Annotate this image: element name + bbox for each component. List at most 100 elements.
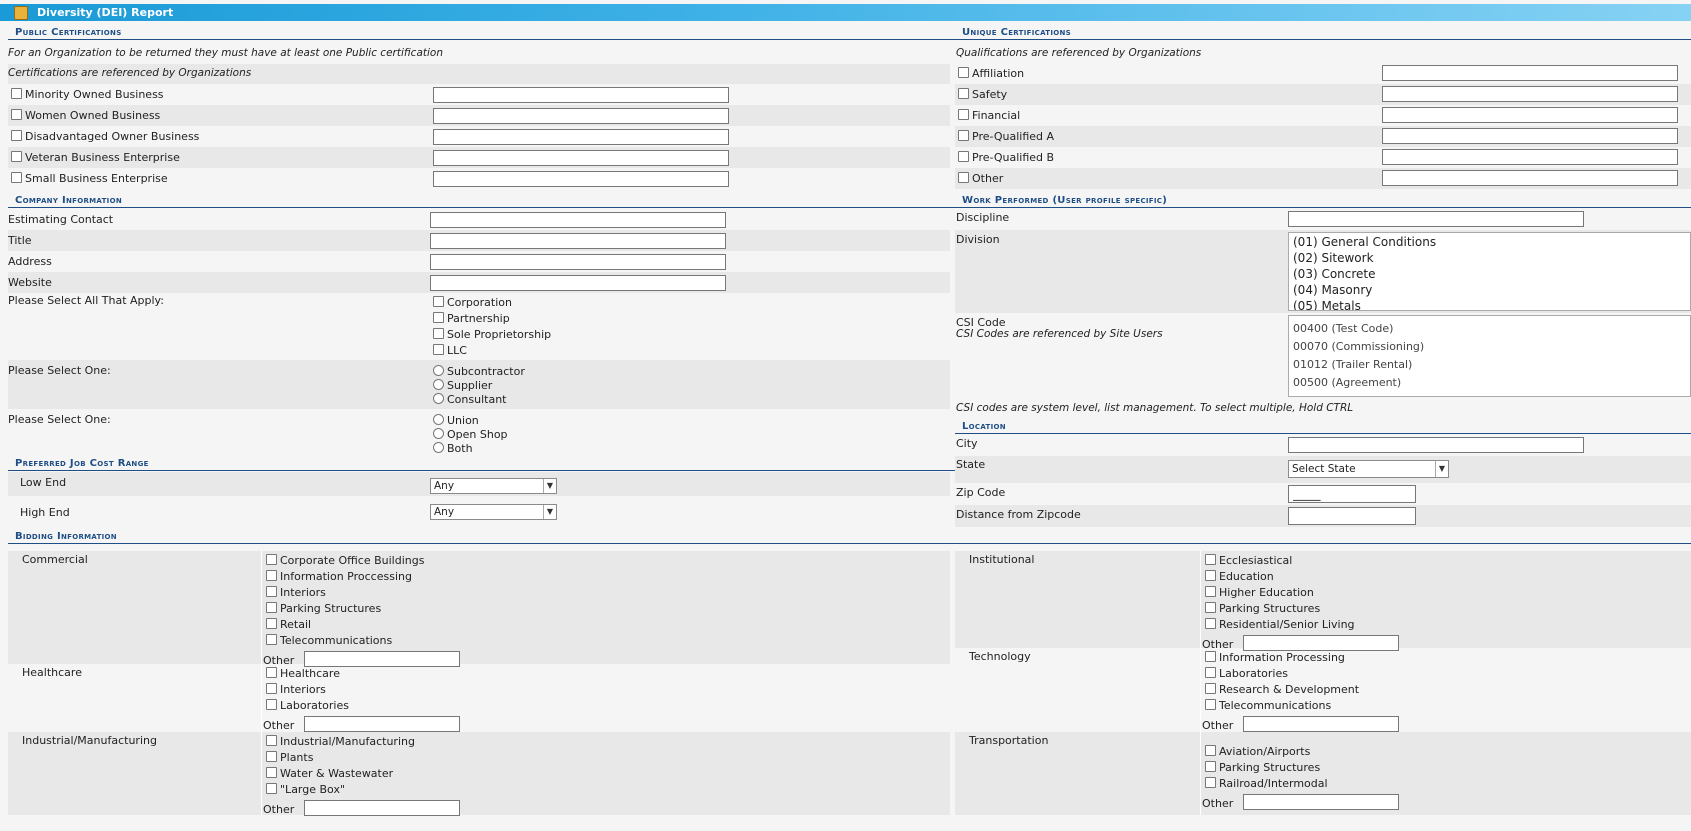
bidding-option-retail[interactable]: Retail	[266, 618, 311, 631]
checkbox[interactable]	[266, 683, 277, 694]
public-cert-input[interactable]	[433, 129, 729, 145]
estimating-contact-input[interactable]	[430, 212, 726, 228]
bidding-option-parking-structures[interactable]: Parking Structures	[1205, 602, 1320, 615]
unique-cert-label[interactable]: Other	[958, 172, 1003, 185]
bidding-option-telecommunications[interactable]: Telecommunications	[1205, 699, 1331, 712]
bidding-option-ecclesiastical[interactable]: Ecclesiastical	[1205, 554, 1292, 567]
checkbox[interactable]	[1205, 570, 1216, 581]
division-option[interactable]: (03) Concrete	[1293, 267, 1376, 281]
bidding-option-large-box[interactable]: "Large Box"	[266, 783, 345, 796]
other-input[interactable]	[1243, 716, 1399, 732]
checkbox[interactable]	[433, 344, 444, 355]
unique-cert-input[interactable]	[1382, 128, 1678, 144]
unique-cert-input[interactable]	[1382, 86, 1678, 102]
radio-option-both[interactable]: Both	[433, 442, 473, 455]
division-listbox[interactable]: (01) General Conditions (02) Sitework (03)…	[1288, 232, 1691, 311]
checkbox-option-sole-proprietorship[interactable]: Sole Proprietorship	[433, 328, 551, 341]
unique-cert-label[interactable]: Financial	[958, 109, 1020, 122]
checkbox[interactable]	[266, 634, 277, 645]
radio-button[interactable]	[433, 365, 444, 376]
csi-code-option[interactable]: 01012 (Trailer Rental)	[1293, 358, 1412, 371]
bidding-option-information-proccessing[interactable]: Information Proccessing	[266, 570, 412, 583]
unique-cert-checkbox[interactable]	[958, 130, 969, 141]
csi-code-option[interactable]: 00070 (Commissioning)	[1293, 340, 1424, 353]
public-cert-label[interactable]: Minority Owned Business	[11, 88, 164, 101]
zip-code-input[interactable]	[1288, 485, 1416, 503]
bidding-option-information-processing[interactable]: Information Processing	[1205, 651, 1345, 664]
checkbox[interactable]	[266, 586, 277, 597]
discipline-input[interactable]	[1288, 211, 1584, 227]
public-cert-label[interactable]: Women Owned Business	[11, 109, 160, 122]
radio-option-open-shop[interactable]: Open Shop	[433, 428, 508, 441]
bidding-option-residential-senior-living[interactable]: Residential/Senior Living	[1205, 618, 1355, 631]
checkbox[interactable]	[266, 618, 277, 629]
radio-button[interactable]	[433, 428, 444, 439]
checkbox[interactable]	[1205, 602, 1216, 613]
checkbox[interactable]	[1205, 618, 1216, 629]
checkbox[interactable]	[433, 328, 444, 339]
bidding-option-corporate-office-buildings[interactable]: Corporate Office Buildings	[266, 554, 424, 567]
unique-cert-checkbox[interactable]	[958, 67, 969, 78]
division-option[interactable]: (05) Metals	[1293, 299, 1361, 310]
public-cert-input[interactable]	[433, 171, 729, 187]
checkbox[interactable]	[1205, 651, 1216, 662]
csi-code-option[interactable]: 00500 (Agreement)	[1293, 376, 1401, 389]
public-cert-input[interactable]	[433, 108, 729, 124]
division-option[interactable]: (01) General Conditions	[1293, 235, 1436, 249]
bidding-option-laboratories[interactable]: Laboratories	[1205, 667, 1288, 680]
checkbox[interactable]	[266, 699, 277, 710]
checkbox[interactable]	[266, 783, 277, 794]
state-select[interactable]: Select State ▼	[1288, 460, 1449, 478]
radio-button[interactable]	[433, 414, 444, 425]
distance-input[interactable]	[1288, 507, 1416, 525]
public-cert-label[interactable]: Disadvantaged Owner Business	[11, 130, 199, 143]
other-input[interactable]	[304, 800, 460, 816]
unique-cert-label[interactable]: Pre-Qualified B	[958, 151, 1054, 164]
checkbox[interactable]	[266, 570, 277, 581]
bidding-option-plants[interactable]: Plants	[266, 751, 313, 764]
checkbox[interactable]	[1205, 683, 1216, 694]
checkbox[interactable]	[1205, 586, 1216, 597]
bidding-option-interiors[interactable]: Interiors	[266, 683, 326, 696]
other-input[interactable]	[1243, 794, 1399, 810]
radio-option-consultant[interactable]: Consultant	[433, 393, 506, 406]
radio-button[interactable]	[433, 379, 444, 390]
title-input[interactable]	[430, 233, 726, 249]
checkbox[interactable]	[266, 735, 277, 746]
checkbox-option-corporation[interactable]: Corporation	[433, 296, 512, 309]
high-end-select[interactable]: Any ▼	[430, 504, 557, 520]
public-cert-checkbox[interactable]	[11, 130, 22, 141]
division-option[interactable]: (04) Masonry	[1293, 283, 1372, 297]
unique-cert-input[interactable]	[1382, 65, 1678, 81]
public-cert-label[interactable]: Veteran Business Enterprise	[11, 151, 180, 164]
division-option[interactable]: (02) Sitework	[1293, 251, 1374, 265]
bidding-option-interiors[interactable]: Interiors	[266, 586, 326, 599]
bidding-option-parking-structures[interactable]: Parking Structures	[266, 602, 381, 615]
checkbox[interactable]	[266, 667, 277, 678]
radio-option-subcontractor[interactable]: Subcontractor	[433, 365, 525, 378]
bidding-option-laboratories[interactable]: Laboratories	[266, 699, 349, 712]
public-cert-checkbox[interactable]	[11, 88, 22, 99]
bidding-option-telecommunications[interactable]: Telecommunications	[266, 634, 392, 647]
csi-code-option[interactable]: 00400 (Test Code)	[1293, 322, 1393, 335]
radio-option-supplier[interactable]: Supplier	[433, 379, 492, 392]
address-input[interactable]	[430, 254, 726, 270]
checkbox[interactable]	[1205, 554, 1216, 565]
checkbox[interactable]	[1205, 761, 1216, 772]
public-cert-input[interactable]	[433, 150, 729, 166]
bidding-option-research-development[interactable]: Research & Development	[1205, 683, 1359, 696]
public-cert-checkbox[interactable]	[11, 109, 22, 120]
checkbox[interactable]	[1205, 777, 1216, 788]
bidding-option-healthcare[interactable]: Healthcare	[266, 667, 340, 680]
public-cert-checkbox[interactable]	[11, 151, 22, 162]
checkbox[interactable]	[433, 312, 444, 323]
public-cert-label[interactable]: Small Business Enterprise	[11, 172, 168, 185]
checkbox[interactable]	[266, 554, 277, 565]
other-input[interactable]	[304, 716, 460, 732]
website-input[interactable]	[430, 275, 726, 291]
checkbox[interactable]	[1205, 667, 1216, 678]
checkbox[interactable]	[266, 767, 277, 778]
csi-code-listbox[interactable]: 00400 (Test Code) 00070 (Commissioning) 01…	[1288, 315, 1691, 397]
checkbox[interactable]	[1205, 699, 1216, 710]
unique-cert-checkbox[interactable]	[958, 151, 969, 162]
